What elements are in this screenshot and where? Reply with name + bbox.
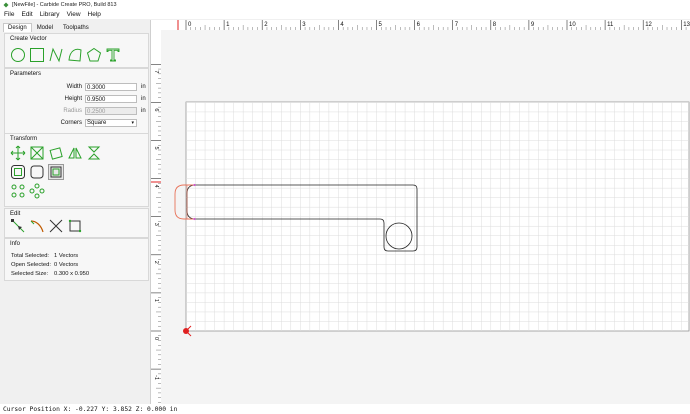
ruler-label: 13	[683, 22, 690, 28]
create-vector-section: Create Vector	[4, 33, 149, 68]
ruler-label: 12	[645, 22, 652, 28]
mirror-horizontal-icon[interactable]	[67, 145, 83, 161]
radius-input: 0.2500	[85, 107, 137, 115]
ruler-label: 7	[153, 70, 159, 73]
mirror-vertical-icon[interactable]	[86, 145, 102, 161]
ruler-label: -1	[153, 375, 159, 380]
info-open-selected-value: 0 Vectors	[54, 262, 79, 268]
ruler-label: 10	[569, 22, 576, 28]
edit-section: Edit	[4, 208, 149, 238]
width-label: Width	[66, 84, 82, 90]
app-logo-icon	[3, 2, 9, 8]
create-vector-header: Create Vector	[10, 36, 47, 42]
polygon-tool-icon[interactable]	[86, 47, 102, 63]
parameters-header: Parameters	[10, 71, 42, 77]
corners-row: Corners Square ▾	[5, 119, 148, 129]
title-bar: [NewFile] - Carbide Create PRO, Build 81…	[0, 0, 690, 9]
info-section: Info Total Selected: 1 Vectors Open Sele…	[4, 238, 149, 281]
join-icon[interactable]	[67, 218, 83, 234]
ruler-label: 4	[153, 185, 159, 188]
info-total-selected: Total Selected: 1 Vectors	[11, 253, 78, 259]
height-label: Height	[64, 96, 82, 102]
height-input[interactable]: 0.9500	[85, 95, 137, 103]
info-total-selected-value: 1 Vectors	[54, 253, 79, 259]
canvas-svg[interactable]: 0 1 2 3 4 5 6 7 8 9 10 11 12 13 76543210-1	[151, 20, 690, 404]
window-title: [NewFile] - Carbide Create PRO, Build 81…	[12, 1, 117, 8]
width-input[interactable]: 0.3000	[85, 83, 137, 91]
tab-design[interactable]: Design	[3, 23, 32, 32]
menu-library[interactable]: Library	[40, 11, 60, 18]
curve-tool-icon[interactable]	[67, 47, 83, 63]
transform-header: Transform	[10, 136, 38, 142]
design-panel: Design Model Toolpaths Create Vector Par…	[0, 20, 151, 404]
info-selected-size: Selected Size: 0.300 x 0.950	[11, 271, 89, 277]
corners-label: Corners	[60, 120, 82, 126]
width-unit: in	[141, 84, 146, 90]
height-row: Height 0.9500 in	[5, 95, 148, 105]
ruler-label: 5	[153, 147, 159, 150]
radius-row: Radius 0.2500 in	[5, 107, 148, 117]
corners-select[interactable]: Square ▾	[85, 119, 137, 127]
offset-icon[interactable]	[10, 164, 26, 180]
info-selected-size-label: Selected Size:	[11, 271, 49, 277]
tab-model[interactable]: Model	[32, 23, 58, 32]
rotate-icon[interactable]	[48, 145, 64, 161]
info-open-selected: Open Selected: 0 Vectors	[11, 262, 78, 268]
array-circular-icon[interactable]	[29, 183, 45, 199]
tab-toolpaths[interactable]: Toolpaths	[58, 23, 94, 32]
menu-file[interactable]: File	[4, 11, 14, 18]
cut-icon[interactable]	[48, 218, 64, 234]
status-bar: Cursor Position X: -0.227 Y: 3.852 Z: 0.…	[0, 404, 690, 414]
info-selected-size-value: 0.300 x 0.950	[54, 271, 90, 277]
ruler-label: 2	[153, 261, 159, 264]
menu-help[interactable]: Help	[88, 11, 101, 18]
fillet-icon[interactable]	[29, 164, 45, 180]
info-total-selected-label: Total Selected:	[11, 253, 50, 259]
selection-node[interactable]	[193, 183, 196, 187]
ruler-label: 6	[153, 108, 159, 111]
design-canvas[interactable]: 0 1 2 3 4 5 6 7 8 9 10 11 12 13 7 6 5 4 3 2 1 0 -1	[151, 20, 690, 404]
cursor-position: Cursor Position X: -0.227 Y: 3.852 Z: 0.…	[3, 405, 178, 413]
node-edit-icon[interactable]	[10, 218, 26, 234]
width-row: Width 0.3000 in	[5, 83, 148, 93]
array-grid-icon[interactable]	[10, 183, 26, 199]
boundary-icon[interactable]	[48, 164, 64, 180]
trim-icon[interactable]	[29, 218, 45, 234]
info-open-selected-label: Open Selected:	[11, 262, 51, 268]
selection-node[interactable]	[193, 217, 196, 221]
text-tool-icon[interactable]	[105, 47, 121, 63]
transform-section: Transform	[4, 133, 149, 207]
ruler-label: 0	[153, 337, 159, 340]
rectangle-tool-icon[interactable]	[29, 47, 45, 63]
menu-edit[interactable]: Edit	[21, 11, 32, 18]
radius-unit: in	[141, 108, 146, 114]
corners-select-value: Square	[87, 120, 107, 126]
circle-tool-icon[interactable]	[10, 47, 26, 63]
ruler-label: 11	[607, 22, 614, 28]
info-header: Info	[10, 241, 21, 247]
ruler-label: 3	[153, 223, 159, 226]
menu-view[interactable]: View	[67, 11, 81, 18]
chevron-down-icon: ▾	[131, 120, 134, 126]
tab-bar: Design Model Toolpaths	[3, 23, 94, 32]
move-icon[interactable]	[10, 145, 26, 161]
polyline-tool-icon[interactable]	[48, 47, 64, 63]
menu-bar: File Edit Library View Help	[0, 9, 690, 19]
height-unit: in	[141, 96, 146, 102]
scale-icon[interactable]	[29, 145, 45, 161]
ruler-label: 1	[153, 299, 159, 302]
radius-label: Radius	[63, 108, 82, 114]
